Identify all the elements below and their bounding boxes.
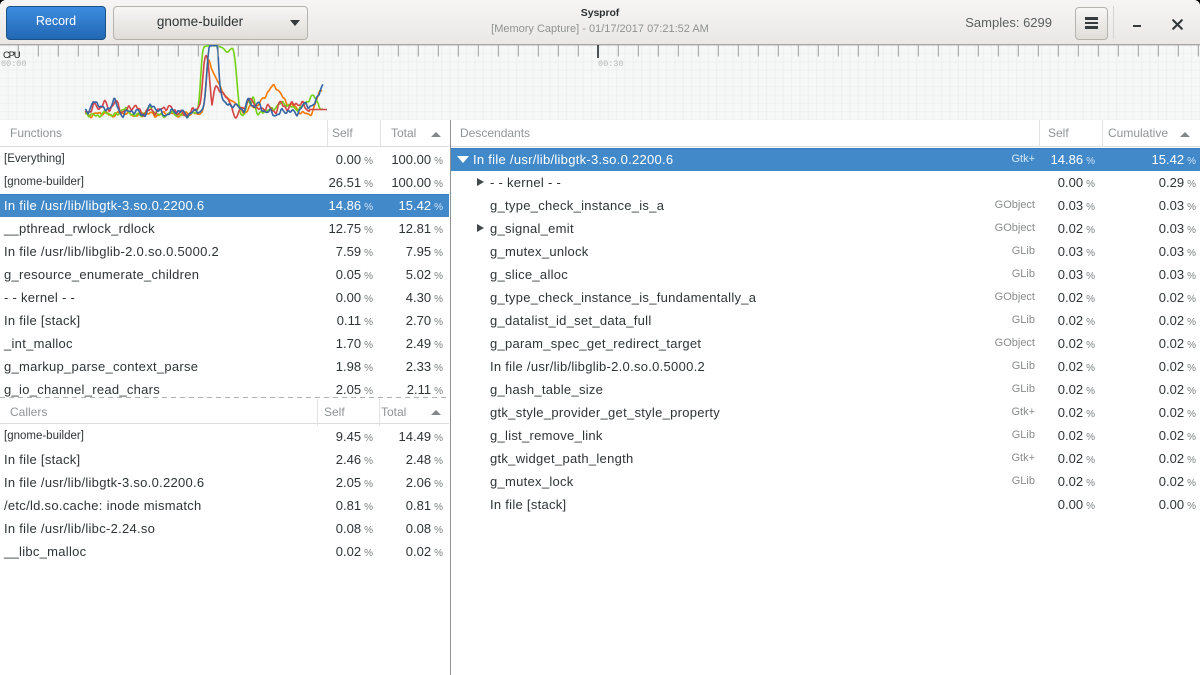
svg-text:00:00: 00:00 bbox=[1, 59, 27, 69]
svg-text:00:30: 00:30 bbox=[598, 59, 624, 69]
